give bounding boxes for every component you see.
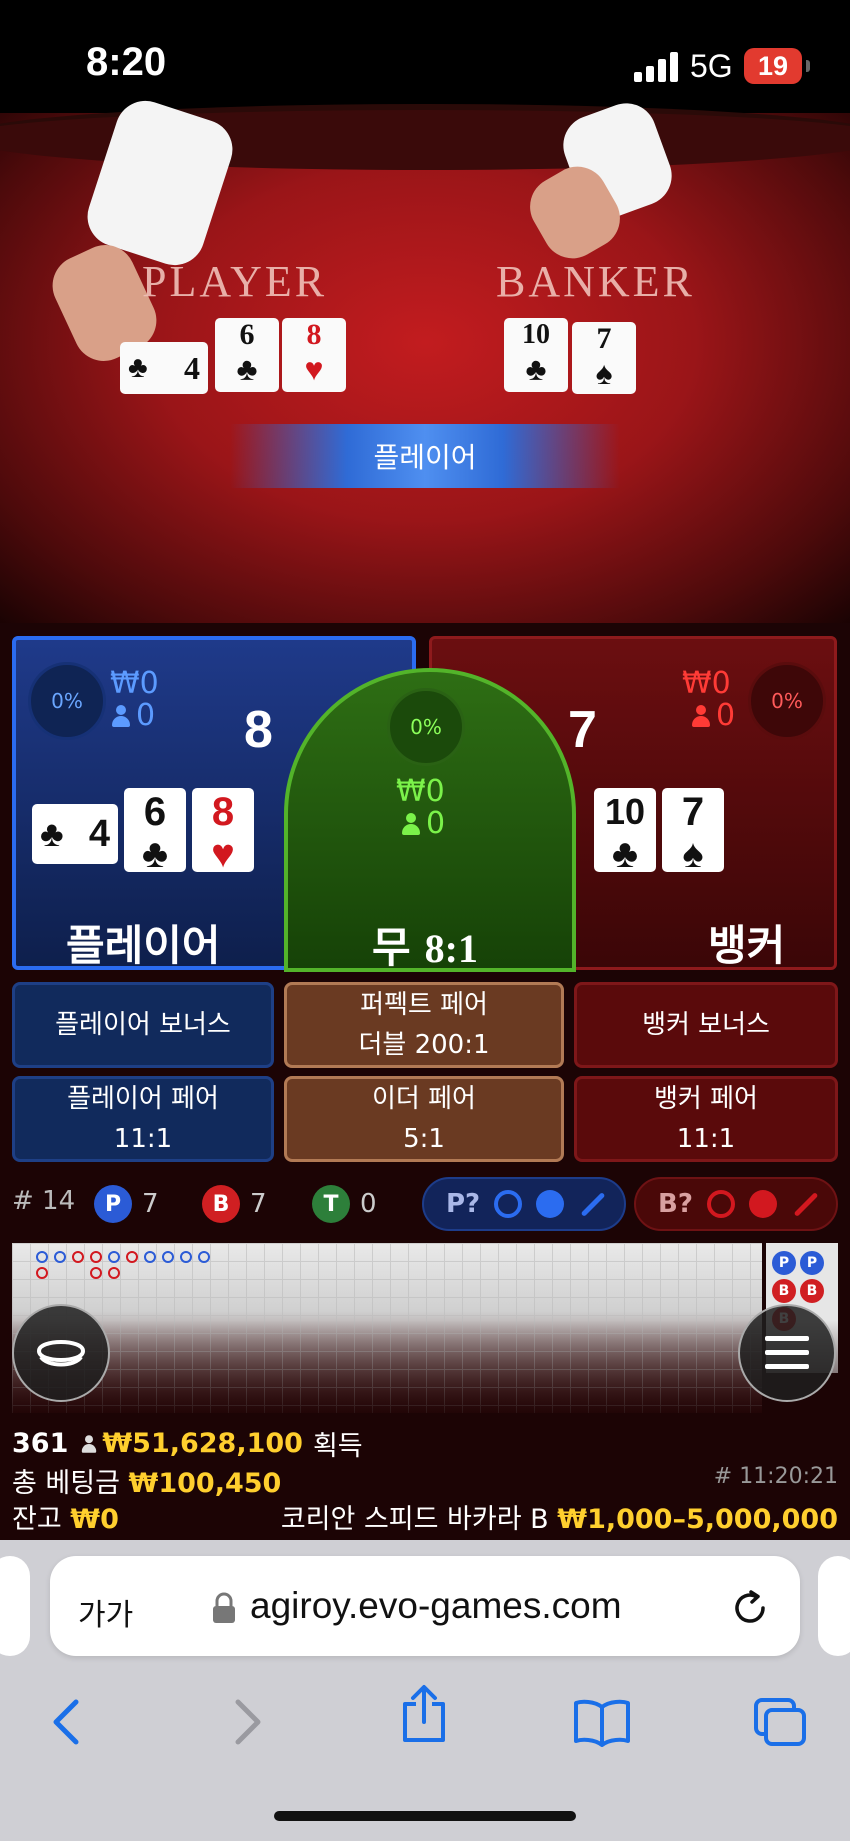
reload-icon — [735, 1590, 765, 1623]
road-b-marker: B — [772, 1279, 796, 1303]
player-percent: 0% — [28, 662, 106, 740]
banker-card-1: 10 ♣ — [594, 788, 656, 874]
banker-pair-button[interactable]: 뱅커 페어 11:1 — [574, 1076, 838, 1162]
round-id: # 11:20:21 — [713, 1464, 838, 1489]
table-limits-line: 코리안 스피드 바카라 B ₩1,000–5,000,000 — [280, 1504, 838, 1535]
person-icon — [692, 705, 710, 727]
road-p-marker: P — [772, 1251, 796, 1275]
filled-circle-icon — [748, 1190, 777, 1218]
banker-predict-button[interactable]: B? — [634, 1177, 838, 1231]
lock-icon — [212, 1592, 236, 1624]
person-icon — [82, 1434, 97, 1453]
banker-card-2: 7 ♠ — [662, 788, 724, 874]
network-label: 5G — [690, 48, 733, 84]
person-icon — [112, 705, 130, 727]
table-player-card-3: 8 ♥ — [282, 318, 346, 392]
table-player-card-1: ♣ 4 — [120, 342, 208, 394]
chat-icon — [36, 1340, 86, 1367]
player-card-3: 8 ♥ — [192, 788, 254, 874]
chevron-right-icon — [235, 1699, 261, 1745]
winner-banner: 플레이어 — [230, 424, 620, 488]
bead-road — [12, 1243, 762, 1283]
either-pair-button[interactable]: 이더 페어 5:1 — [284, 1076, 564, 1162]
book-icon — [574, 1699, 630, 1747]
player-predict-button[interactable]: P? — [422, 1177, 626, 1231]
filled-circle-icon — [536, 1190, 565, 1218]
status-time: 8:20 — [86, 40, 167, 84]
perfect-pair-button[interactable]: 퍼펙트 페어 더블 200:1 — [284, 982, 564, 1068]
share-icon — [403, 1685, 445, 1742]
banker-score: 7 — [568, 701, 597, 759]
url-text[interactable]: agiroy.evo-games.com — [250, 1585, 622, 1627]
slash-icon — [793, 1191, 819, 1217]
player-card-2: 6 ♣ — [124, 788, 186, 874]
tie-bettors: 0 — [402, 808, 445, 840]
slash-icon — [580, 1191, 606, 1217]
share-button[interactable] — [392, 1682, 456, 1746]
player-card-1: ♣ 4 — [32, 804, 118, 864]
chevron-left-icon — [53, 1699, 79, 1745]
tie-count-stat: T0 — [312, 1185, 377, 1223]
player-pair-button[interactable]: 플레이어 페어 11:1 — [12, 1076, 274, 1162]
banker-percent: 0% — [748, 662, 826, 740]
winners-line: 361 ₩51,628,100 획득 — [12, 1428, 363, 1462]
tabs-button[interactable] — [748, 1690, 812, 1754]
battery-icon: 19 — [744, 48, 810, 84]
banker-bet-label: 뱅커 — [708, 921, 786, 970]
ring-icon — [494, 1190, 523, 1218]
back-button[interactable] — [34, 1690, 98, 1754]
person-icon — [402, 813, 420, 835]
player-bonus-button[interactable]: 플레이어 보너스 — [12, 982, 274, 1068]
tabs-icon — [754, 1698, 806, 1746]
menu-icon — [765, 1336, 809, 1369]
player-amount: ₩0 — [110, 666, 159, 701]
balance-line: 잔고 ₩0 — [12, 1504, 119, 1535]
bookmarks-button[interactable] — [570, 1690, 634, 1754]
table-banker-card-1: 10 ♣ — [504, 318, 568, 392]
next-tab-peek[interactable] — [818, 1556, 850, 1656]
table-banker-card-2: 7 ♠ — [572, 322, 636, 394]
signal-icon — [634, 52, 680, 82]
player-dot-icon: P — [94, 1185, 132, 1223]
road-p-marker: P — [800, 1251, 824, 1275]
menu-button[interactable] — [738, 1304, 836, 1402]
tie-label: 무 8:1 — [372, 923, 478, 972]
table-banker-label: BANKER — [496, 257, 695, 306]
banker-wins-stat: B7 — [202, 1185, 267, 1223]
total-bet-line: 총 베팅금 ₩100,450 — [12, 1468, 282, 1499]
tie-amount: ₩0 — [396, 774, 445, 809]
player-bet-label: 플레이어 — [66, 921, 221, 970]
table-player-card-2: 6 ♣ — [215, 318, 279, 392]
forward-button[interactable] — [216, 1690, 280, 1754]
round-number: # 14 — [12, 1186, 76, 1216]
banker-dot-icon: B — [202, 1185, 240, 1223]
player-bettors: 0 — [112, 700, 155, 732]
player-score: 8 — [244, 701, 273, 759]
banker-amount: ₩0 — [682, 666, 731, 701]
prev-tab-peek[interactable] — [0, 1556, 30, 1656]
text-size-button[interactable]: 가가 — [78, 1590, 133, 1634]
home-indicator — [274, 1811, 576, 1821]
banker-bettors: 0 — [692, 700, 735, 732]
banker-bonus-button[interactable]: 뱅커 보너스 — [574, 982, 838, 1068]
table-player-label: PLAYER — [142, 257, 328, 306]
reload-button[interactable] — [730, 1588, 770, 1632]
tie-dot-icon: T — [312, 1185, 350, 1223]
tie-percent: 0% — [387, 688, 465, 766]
roadmap-fade — [0, 1320, 850, 1430]
ring-icon — [706, 1190, 735, 1218]
road-b-marker: B — [800, 1279, 824, 1303]
chat-button[interactable] — [12, 1304, 110, 1402]
player-wins-stat: P7 — [94, 1185, 159, 1223]
